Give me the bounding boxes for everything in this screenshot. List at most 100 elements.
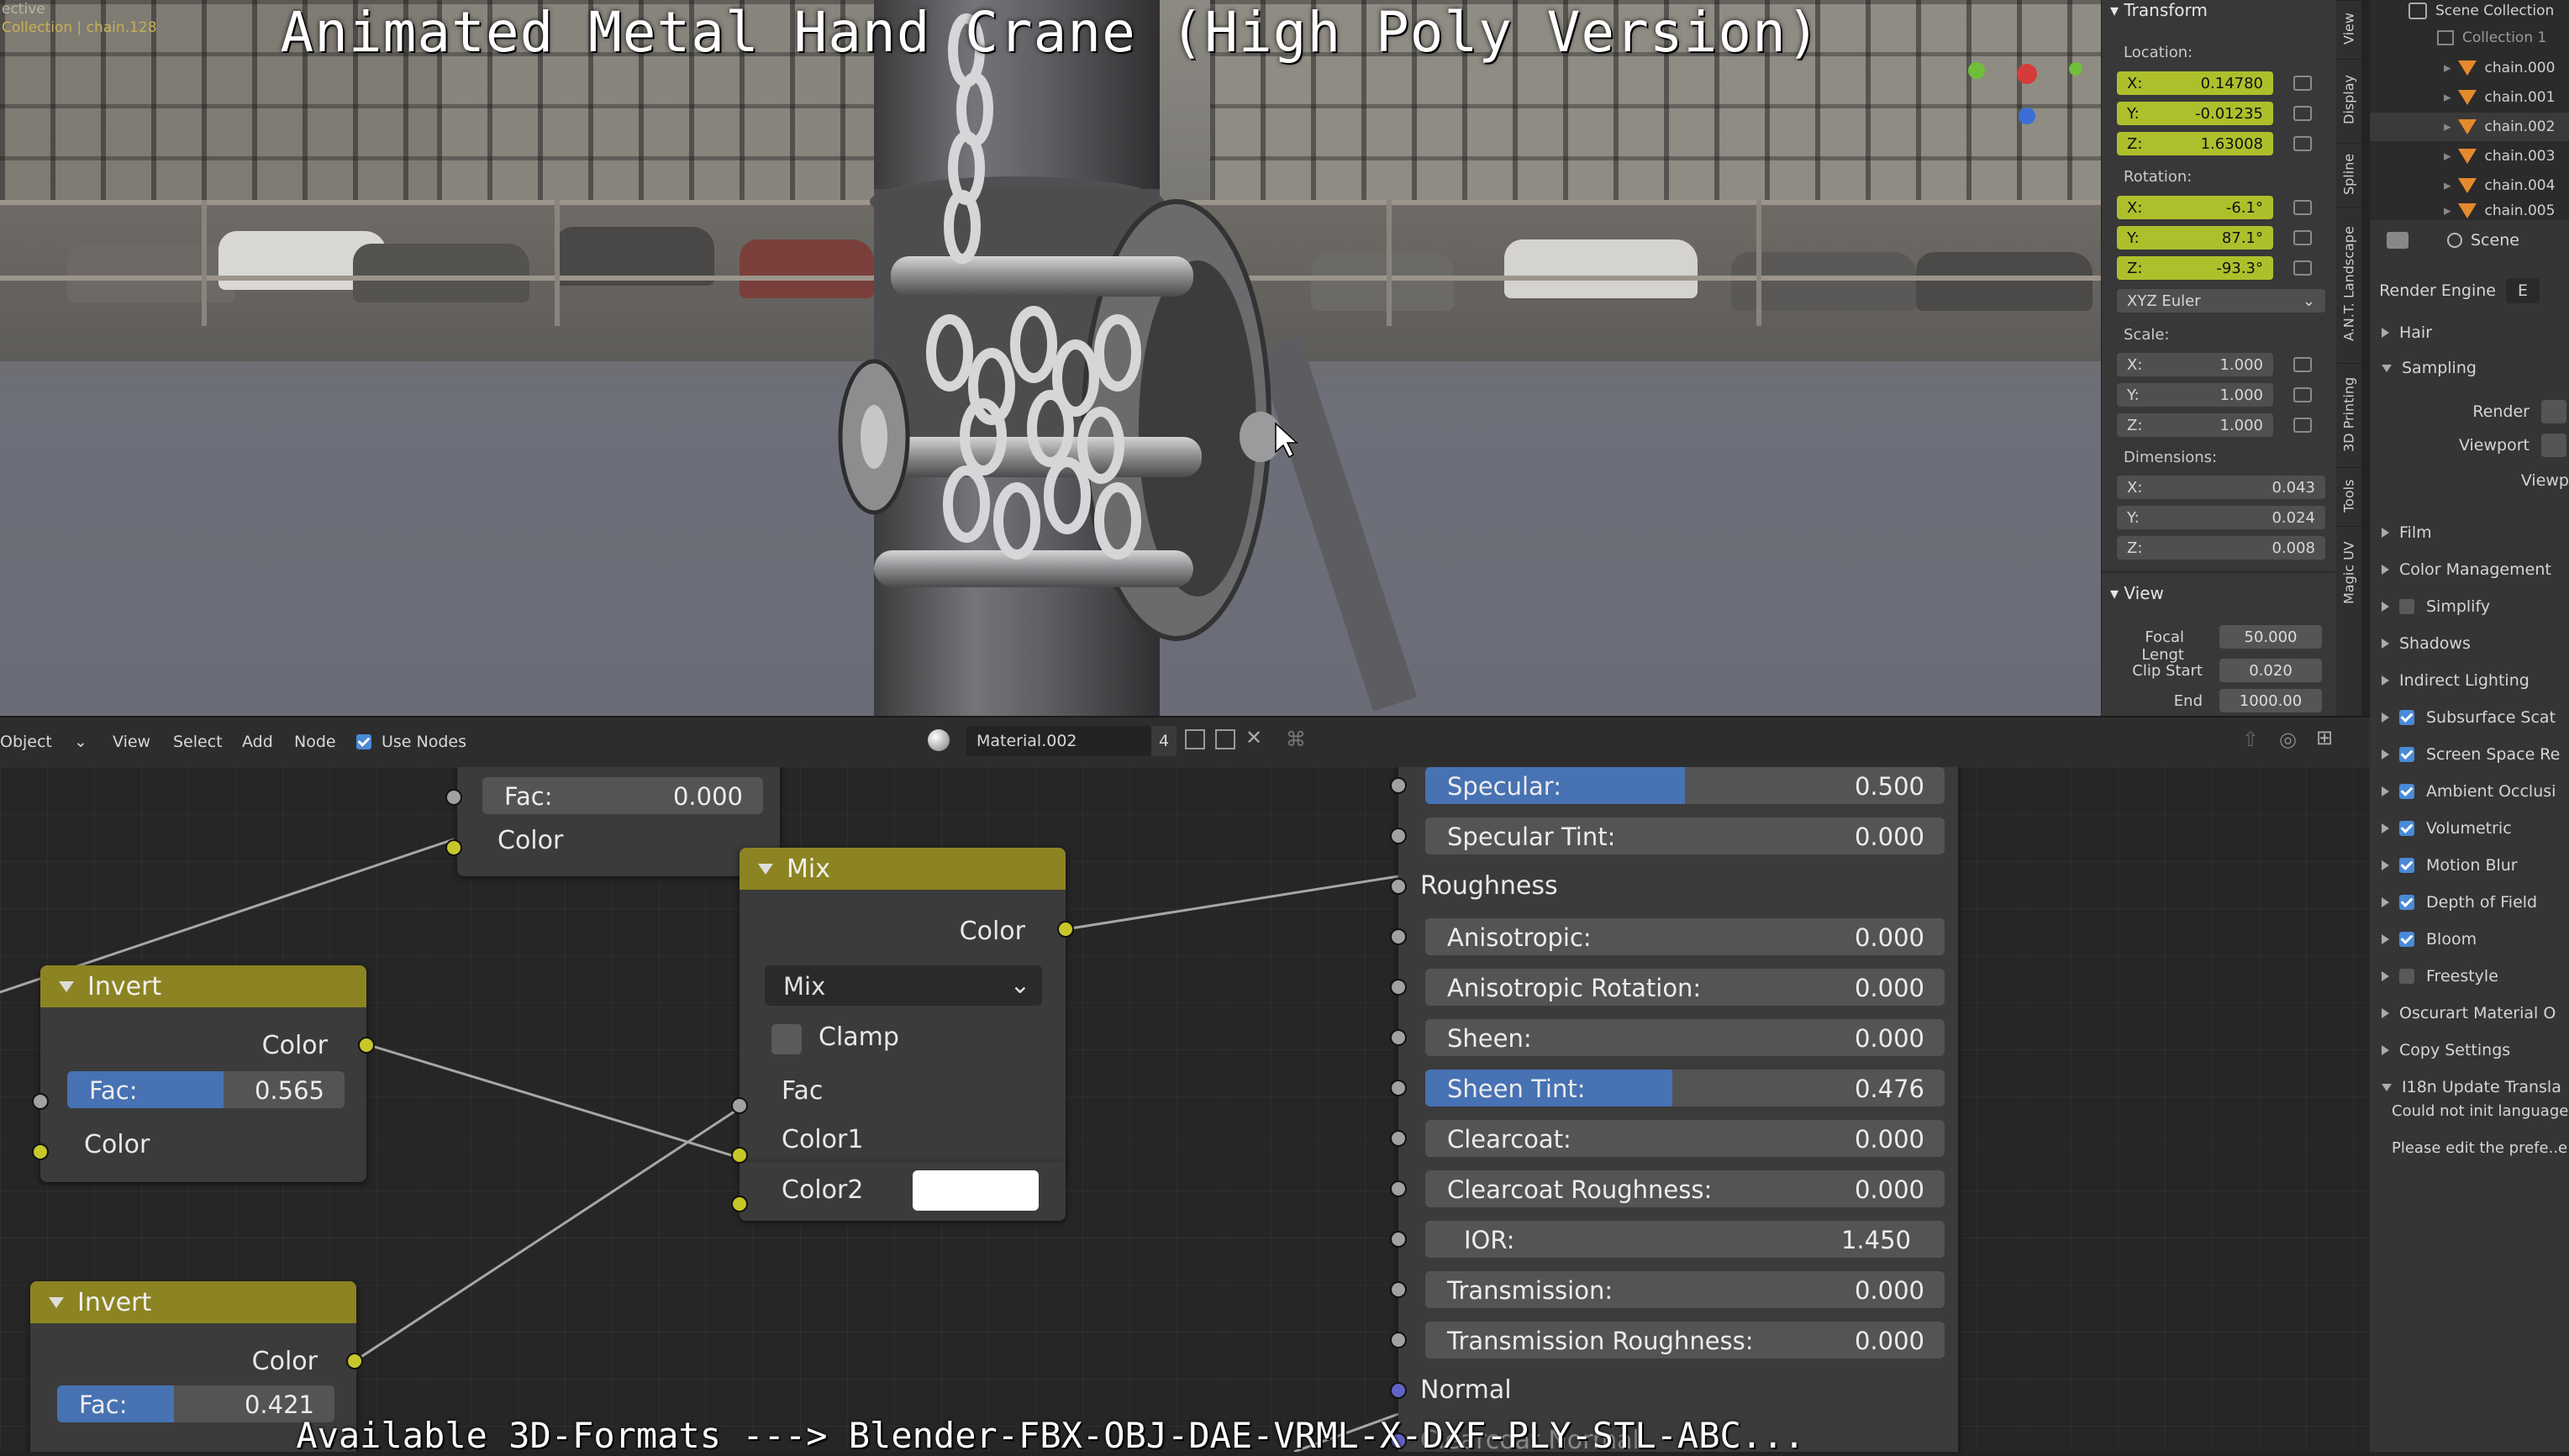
bsdf-slider[interactable]: Specular Tint: 0.000 xyxy=(1425,817,1945,854)
properties-panel[interactable]: Film xyxy=(2370,516,2569,549)
input-socket[interactable] xyxy=(1390,1382,1407,1399)
location-y-field[interactable]: Y: -0.01235 xyxy=(2117,102,2273,125)
input-socket[interactable] xyxy=(445,839,462,856)
bsdf-slider[interactable]: Sheen: 0.000 xyxy=(1425,1019,1945,1056)
material-name-field[interactable]: Material.002 xyxy=(966,726,1151,756)
object-mode-dropdown[interactable]: Object ⌄ xyxy=(0,733,87,751)
node-principled-bsdf[interactable]: Specular: 0.500 Specular Tint: 0.000 Roughne… xyxy=(1390,767,1958,1452)
clamp-checkbox[interactable] xyxy=(771,1024,802,1054)
panel-enable-checkbox[interactable] xyxy=(2399,858,2414,873)
bsdf-slider[interactable]: Anisotropic: 0.000 xyxy=(1425,918,1945,955)
panel-enable-checkbox[interactable] xyxy=(2399,821,2414,836)
lock-icon[interactable] xyxy=(2293,418,2312,433)
lock-icon[interactable] xyxy=(2293,106,2312,121)
node-header[interactable]: Invert xyxy=(40,965,366,1007)
input-socket[interactable] xyxy=(1390,777,1407,794)
tab-tools[interactable]: Tools xyxy=(2336,467,2361,523)
input-socket[interactable] xyxy=(1390,1281,1407,1298)
panel-hair[interactable]: Hair xyxy=(2370,316,2569,350)
node-mix[interactable]: Mix Color Mix ⌄ Clamp Fac Color1 xyxy=(740,848,1066,1167)
menu-add[interactable]: Add xyxy=(242,733,273,751)
input-socket[interactable] xyxy=(1390,979,1407,996)
dimension-x-field[interactable]: X: 0.043 xyxy=(2117,476,2325,499)
fac-slider[interactable]: Fac: 0.000 xyxy=(482,777,763,814)
tab-display[interactable]: Display xyxy=(2336,59,2361,140)
lock-icon[interactable] xyxy=(2293,136,2312,151)
dimension-z-field[interactable]: Z: 0.008 xyxy=(2117,536,2325,560)
close-icon[interactable]: ✕ xyxy=(1245,726,1262,749)
tab-3d-printing[interactable]: 3D Printing xyxy=(2336,363,2361,465)
lock-icon[interactable] xyxy=(2293,357,2312,372)
panel-enable-checkbox[interactable] xyxy=(2399,895,2414,910)
bsdf-slider[interactable]: Clearcoat Roughness: 0.000 xyxy=(1425,1170,1945,1207)
rotation-z-field[interactable]: Z: -93.3° xyxy=(2117,256,2273,280)
input-socket[interactable] xyxy=(1390,1332,1407,1348)
material-sphere-icon[interactable] xyxy=(928,729,950,751)
collapse-arrow-icon[interactable] xyxy=(49,1296,64,1308)
input-socket[interactable] xyxy=(32,1093,49,1110)
bsdf-slider[interactable]: IOR: 1.450 xyxy=(1425,1221,1945,1258)
properties-panel[interactable]: Subsurface Scat xyxy=(2370,701,2569,734)
rotation-x-field[interactable]: X: -6.1° xyxy=(2117,196,2273,219)
output-socket[interactable] xyxy=(358,1037,375,1054)
outliner-root[interactable]: Scene Collection xyxy=(2370,0,2569,25)
use-nodes-toggle[interactable]: Use Nodes xyxy=(356,733,466,751)
outliner-item[interactable]: ▸ chain.003 xyxy=(2370,142,2569,171)
menu-select[interactable]: Select xyxy=(173,733,223,751)
input-socket[interactable] xyxy=(445,789,462,806)
input-socket[interactable] xyxy=(1390,828,1407,844)
properties-panel[interactable]: Volumetric xyxy=(2370,812,2569,845)
dimension-y-field[interactable]: Y: 0.024 xyxy=(2117,506,2325,529)
input-socket[interactable] xyxy=(1390,1180,1407,1197)
3d-viewport[interactable]: ective Collection | chain.128 Animated M… xyxy=(0,0,2101,716)
transform-panel-header[interactable]: ▾ Transform xyxy=(2110,0,2208,20)
sampling-viewport-field[interactable] xyxy=(2541,434,2566,457)
panel-enable-checkbox[interactable] xyxy=(2399,747,2414,762)
focal-length-field[interactable]: 50.000 xyxy=(2219,625,2322,649)
fake-user-icon[interactable] xyxy=(1185,729,1205,749)
properties-panel[interactable]: Freestyle xyxy=(2370,959,2569,993)
snap-icon[interactable]: ◎ xyxy=(2279,728,2297,751)
collapse-arrow-icon[interactable] xyxy=(59,980,74,992)
render-engine-dropdown[interactable]: E xyxy=(2506,278,2540,303)
navigation-gizmo[interactable] xyxy=(1958,59,2101,134)
outliner-item[interactable]: ▸ chain.002 xyxy=(2370,113,2569,141)
properties-panel[interactable]: Screen Space Re xyxy=(2370,738,2569,771)
node-editor-canvas[interactable]: Fac: 0.000 Color Invert Color Fac: 0.565 C… xyxy=(0,767,2370,1452)
tab-spline[interactable]: Spline xyxy=(2336,143,2361,204)
output-socket[interactable] xyxy=(1057,921,1074,938)
input-socket[interactable] xyxy=(731,1196,748,1212)
properties-panel[interactable]: Bloom xyxy=(2370,922,2569,956)
blend-mode-dropdown[interactable]: Mix ⌄ xyxy=(765,965,1042,1006)
properties-panel[interactable]: Copy Settings xyxy=(2370,1033,2569,1067)
properties-panel[interactable]: Ambient Occlusi xyxy=(2370,775,2569,808)
properties-panel[interactable]: Shadows xyxy=(2370,627,2569,660)
tab-ant-landscape[interactable]: A.N.T. Landscape xyxy=(2336,207,2361,360)
properties-panel[interactable]: Depth of Field xyxy=(2370,886,2569,919)
clip-end-field[interactable]: 1000.00 xyxy=(2219,689,2322,712)
node-mix-bottom[interactable]: Color2 xyxy=(740,1162,1066,1221)
outliner-collection[interactable]: Collection 1 xyxy=(2370,24,2569,52)
lock-icon[interactable] xyxy=(2293,260,2312,276)
bsdf-slider[interactable]: Anisotropic Rotation: 0.000 xyxy=(1425,969,1945,1006)
node-partial-top[interactable]: Fac: 0.000 Color xyxy=(457,767,780,876)
color2-swatch[interactable] xyxy=(913,1170,1039,1211)
view-panel-header[interactable]: ▾ View xyxy=(2110,583,2164,603)
lock-icon[interactable] xyxy=(2293,200,2312,215)
input-socket[interactable] xyxy=(1390,878,1407,895)
use-nodes-checkbox[interactable] xyxy=(356,734,371,749)
snap-options-icon[interactable]: ⊞ xyxy=(2316,726,2333,749)
duplicate-icon[interactable] xyxy=(1215,729,1235,749)
pin-icon[interactable]: ⌘ xyxy=(1286,728,1306,751)
material-user-count[interactable]: 4 xyxy=(1151,726,1177,756)
properties-panel[interactable]: Indirect Lighting xyxy=(2370,664,2569,697)
input-socket[interactable] xyxy=(1390,1029,1407,1046)
location-z-field[interactable]: Z: 1.63008 xyxy=(2117,132,2273,155)
menu-view[interactable]: View xyxy=(113,733,150,751)
bsdf-slider[interactable]: Clearcoat: 0.000 xyxy=(1425,1120,1945,1157)
panel-enable-checkbox[interactable] xyxy=(2399,710,2414,725)
scale-z-field[interactable]: Z: 1.000 xyxy=(2117,413,2273,437)
scale-x-field[interactable]: X: 1.000 xyxy=(2117,353,2273,376)
input-socket[interactable] xyxy=(1390,1080,1407,1096)
lock-icon[interactable] xyxy=(2293,387,2312,402)
